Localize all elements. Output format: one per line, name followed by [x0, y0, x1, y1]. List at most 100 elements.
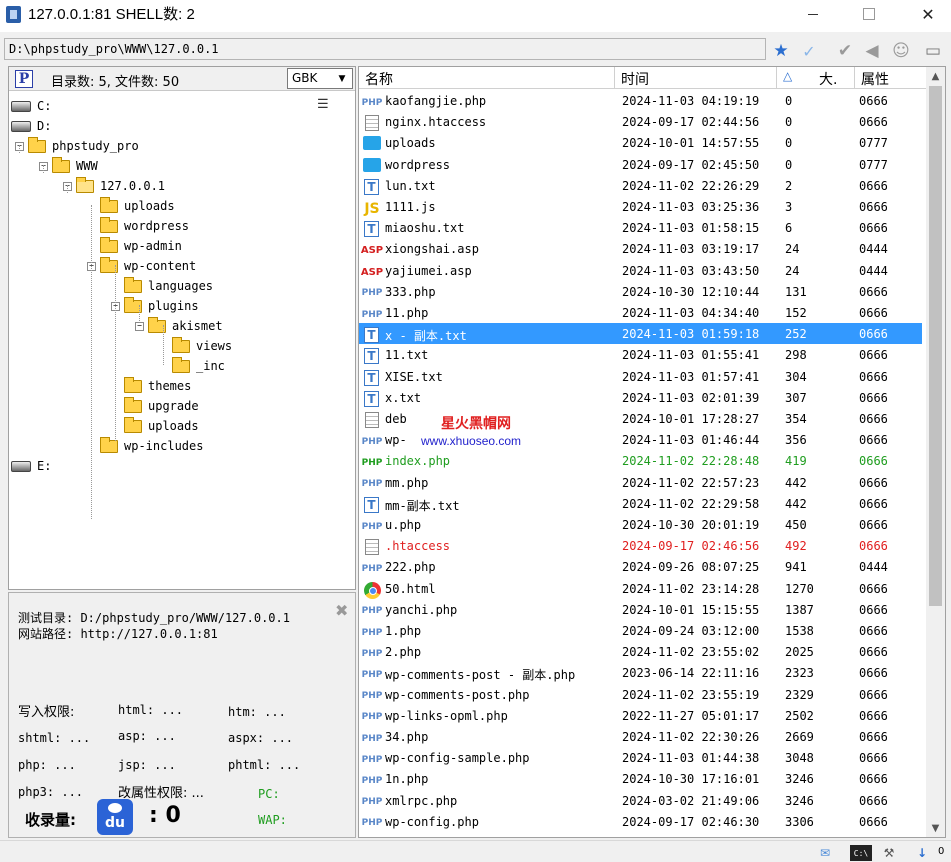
- tree-node[interactable]: languages: [111, 276, 213, 295]
- attribute-permission: 改属性权限: ...: [118, 786, 204, 801]
- file-row[interactable]: nginx.htaccess 2024-09-17 02:44:56 0 0666: [359, 111, 922, 132]
- file-row[interactable]: PHP index.php 2024-11-02 22:28:48 419 0666: [359, 450, 922, 471]
- panel-toggle-icon[interactable]: ▭: [922, 40, 944, 62]
- tree-node[interactable]: C:: [11, 97, 51, 115]
- column-attributes[interactable]: 属性: [855, 67, 927, 89]
- file-row[interactable]: PHP 1.php 2024-09-24 03:12:00 1538 0666: [359, 620, 922, 641]
- file-time: 2024-11-03 04:34:40: [622, 306, 760, 320]
- tree-node[interactable]: − phpstudy_pro: [15, 136, 139, 155]
- scrollbar-thumb[interactable]: [929, 86, 942, 606]
- tree-node[interactable]: −127.0.0.1: [63, 176, 165, 195]
- mail-check-icon[interactable]: ✓: [798, 40, 820, 62]
- php-file-icon: PHP: [361, 648, 383, 659]
- mail-icon[interactable]: ✉: [815, 845, 835, 861]
- tree-node[interactable]: _inc: [159, 356, 225, 375]
- file-time: 2024-09-24 03:12:00: [622, 624, 760, 638]
- file-row[interactable]: T XISE.txt 2024-11-03 01:57:41 304 0666: [359, 366, 922, 387]
- tree-connector: [163, 325, 164, 365]
- encoding-select[interactable]: GBK ▼: [287, 68, 353, 89]
- minimize-button[interactable]: [790, 0, 836, 28]
- collapse-icon[interactable]: −: [135, 321, 144, 331]
- file-row[interactable]: uploads 2024-10-01 14:57:55 0 0777: [359, 132, 922, 153]
- file-row[interactable]: PHP mm.php 2024-11-02 22:57:23 442 0666: [359, 472, 922, 493]
- tree-node[interactable]: − WWW: [39, 156, 98, 175]
- file-row[interactable]: PHP 333.php 2024-10-30 12:10:44 131 0666: [359, 281, 922, 302]
- tree-node[interactable]: − plugins: [111, 296, 199, 315]
- file-row[interactable]: PHP 222.php 2024-09-26 08:07:25 941 0444: [359, 556, 922, 577]
- file-row[interactable]: PHP wp-comments-post - 副本.php 2023-06-14 2…: [359, 662, 922, 683]
- file-row[interactable]: PHP wp-config-sample.php 2024-11-03 01:44:…: [359, 747, 922, 768]
- file-row[interactable]: wordpress 2024-09-17 02:45:50 0 0777: [359, 154, 922, 175]
- file-row[interactable]: PHP yanchi.php 2024-10-01 15:15:55 1387 0666: [359, 599, 922, 620]
- watermark-title: 星火黑帽网: [441, 416, 511, 432]
- file-row[interactable]: T 11.txt 2024-11-03 01:55:41 298 0666: [359, 344, 922, 365]
- file-name: kaofangjie.php: [385, 94, 487, 108]
- tree-node[interactable]: wordpress: [87, 216, 189, 235]
- file-size: 0: [785, 115, 793, 130]
- file-row[interactable]: Tlun.txt 2024-11-02 22:26:29 2 0666: [359, 175, 922, 196]
- file-row[interactable]: PHP 1n.php 2024-10-30 17:16:01 3246 0666: [359, 768, 922, 789]
- file-row[interactable]: ASP xiongshai.asp 2024-11-03 03:19:17 24 044…: [359, 238, 922, 259]
- file-size: 2323: [785, 666, 814, 681]
- scroll-up-icon[interactable]: ▲: [926, 67, 945, 85]
- command-prompt-icon[interactable]: C:\: [850, 845, 872, 861]
- tree-node[interactable]: − wp-content: [87, 256, 196, 275]
- user-icon[interactable]: ☺: [890, 40, 912, 62]
- file-row[interactable]: 50.html 2024-11-02 23:14:28 1270 0666: [359, 578, 922, 599]
- php-file-icon: PHP: [361, 754, 383, 765]
- close-info-icon[interactable]: ✖: [335, 601, 348, 620]
- back-arrow-icon[interactable]: ◀: [861, 40, 883, 62]
- status-count: 0: [938, 846, 945, 857]
- file-attributes: 0666: [859, 94, 888, 108]
- tree-node-label: uploads: [124, 199, 175, 213]
- tree-node[interactable]: − akismet: [135, 316, 223, 335]
- download-arrow-icon[interactable]: ↓: [914, 845, 930, 861]
- file-row[interactable]: PHP wp-config.php 2024-09-17 02:46:30 3306 0…: [359, 811, 922, 832]
- file-name: 333.php: [385, 284, 436, 299]
- file-attributes: 0666: [859, 624, 888, 638]
- tree-connector: [67, 185, 68, 193]
- close-button[interactable]: ✕: [905, 0, 951, 28]
- list-view-icon[interactable]: ☰: [317, 97, 333, 112]
- favorite-star-icon[interactable]: ★: [770, 40, 792, 62]
- php-file-icon: PHP: [361, 606, 383, 617]
- file-row[interactable]: PHP u.php 2024-10-30 20:01:19 450 0666: [359, 514, 922, 535]
- file-row[interactable]: ASP yajiumei.asp 2024-11-03 03:43:50 24 0444: [359, 260, 922, 281]
- tree-node[interactable]: wp-admin: [87, 236, 182, 255]
- file-row[interactable]: Tmm-副本.txt 2024-11-02 22:29:58 442 0666: [359, 493, 922, 514]
- column-time[interactable]: 时间: [615, 67, 777, 89]
- apply-check-icon[interactable]: ✔: [834, 40, 856, 62]
- tree-node[interactable]: views: [159, 336, 232, 355]
- file-row[interactable]: PHP 11.php 2024-11-03 04:34:40 152 0666: [359, 302, 922, 323]
- tree-node[interactable]: upgrade: [111, 396, 199, 415]
- scroll-down-icon[interactable]: ▼: [926, 819, 945, 837]
- file-row[interactable]: Tmiaoshu.txt 2024-11-03 01:58:15 6 0666: [359, 217, 922, 238]
- file-row[interactable]: PHP 34.php 2024-11-02 22:30:26 2669 0666: [359, 726, 922, 747]
- tree-node[interactable]: E:: [11, 457, 51, 475]
- php-file-icon: PHP: [361, 521, 383, 532]
- file-time: 2024-10-01 17:28:27: [622, 412, 760, 426]
- file-row[interactable]: PHP xmlrpc.php 2024-03-02 21:49:06 3246 0666: [359, 790, 922, 811]
- column-name[interactable]: 名称: [359, 67, 615, 89]
- column-size[interactable]: △ 大.: [777, 67, 855, 89]
- file-row[interactable]: PHP wp-links-opml.php 2022-11-27 05:01:17 2…: [359, 705, 922, 726]
- tree-node[interactable]: wp-includes: [87, 436, 203, 455]
- file-row[interactable]: JS 1111.js 2024-11-03 03:25:36 3 0666: [359, 196, 922, 217]
- file-row[interactable]: .htaccess 2024-09-17 02:46:56 492 0666: [359, 535, 922, 556]
- file-time: 2024-11-02 23:55:02: [622, 645, 760, 660]
- vertical-scrollbar[interactable]: ▲ ▼: [926, 67, 945, 837]
- file-row[interactable]: PHP wp-comments-post.php 2024-11-02 23:55:…: [359, 684, 922, 705]
- tree-node[interactable]: D:: [11, 117, 51, 135]
- tools-icon[interactable]: ⚒: [878, 845, 900, 861]
- tree-node[interactable]: themes: [111, 376, 191, 395]
- p-badge-icon[interactable]: P: [15, 70, 33, 88]
- path-input[interactable]: D:\phpstudy_pro\WWW\127.0.0.1: [4, 38, 766, 60]
- file-size: 3048: [785, 751, 814, 766]
- file-row[interactable]: PHP kaofangjie.php 2024-11-03 04:19:19 0 066…: [359, 90, 922, 111]
- file-size: 0: [785, 157, 793, 172]
- file-row[interactable]: PHP 2.php 2024-11-02 23:55:02 2025 0666: [359, 641, 922, 662]
- tree-node[interactable]: uploads: [111, 416, 199, 435]
- tree-node[interactable]: uploads: [87, 196, 175, 215]
- maximize-button[interactable]: [846, 0, 892, 28]
- file-row[interactable]: Tx - 副本.txt 2024-11-03 01:59:18 252 0666: [359, 323, 922, 345]
